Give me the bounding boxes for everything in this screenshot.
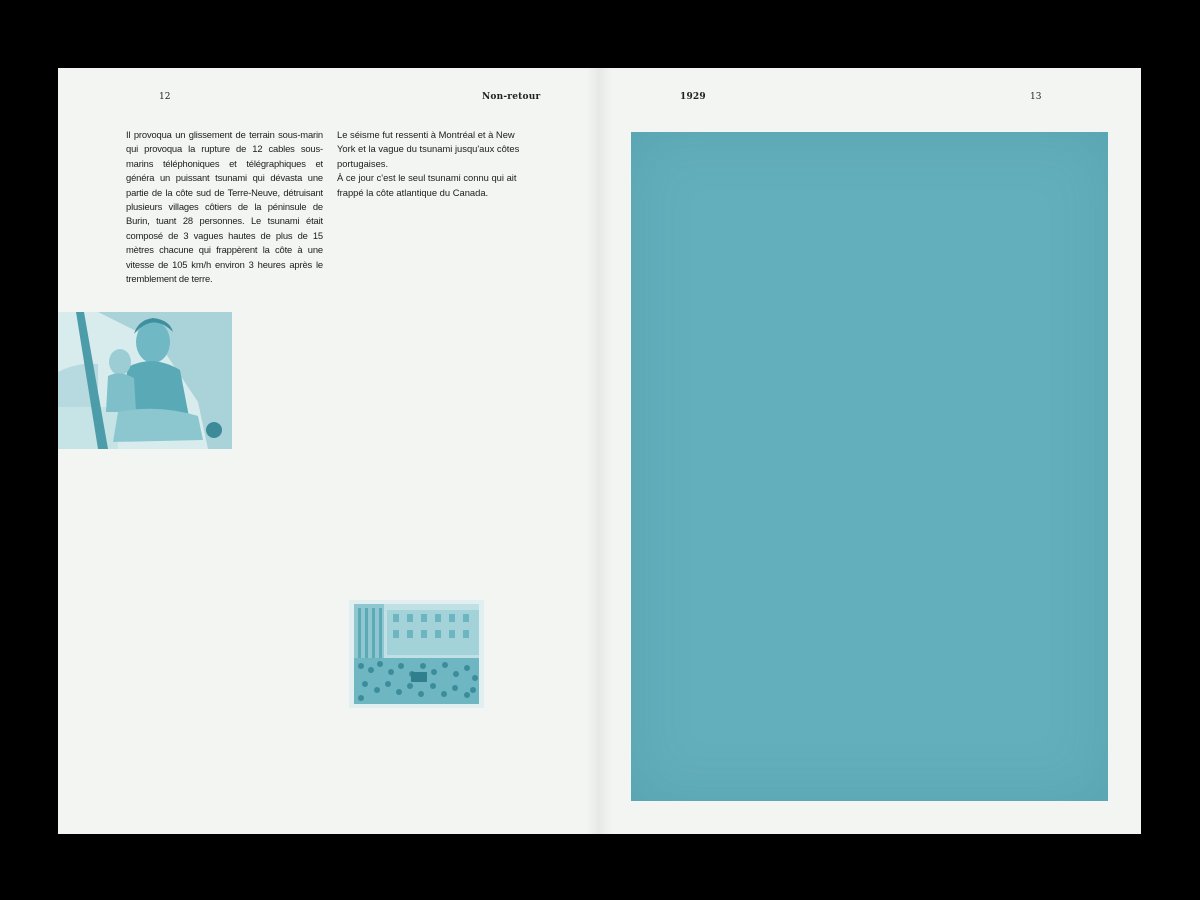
street-crowd-photo — [349, 600, 484, 708]
page-number-left: 12 — [159, 92, 171, 102]
right-page: 1929 13 — [599, 68, 1141, 834]
column-2-paragraph-2: À ce jour c'est le seul tsunami connu qu… — [337, 172, 517, 198]
page-number-right: 13 — [1030, 92, 1042, 102]
book-spread: 12 Non-retour Il provoqua un glissement … — [58, 68, 1141, 834]
text-column-2: Le séisme fut ressenti à Montréal et à N… — [337, 128, 534, 200]
column-1-paragraph: Il provoqua un glissement de terrain sou… — [126, 129, 323, 285]
left-page: 12 Non-retour Il provoqua un glissement … — [58, 68, 599, 834]
text-column-1: Il provoqua un glissement de terrain sou… — [126, 128, 323, 286]
column-2-paragraph-1: Le séisme fut ressenti à Montréal et à N… — [337, 129, 520, 169]
woman-and-child-photo — [58, 312, 232, 449]
running-head-right: 1929 — [680, 92, 706, 102]
running-head-left: Non-retour — [482, 92, 541, 102]
blue-color-plate — [631, 132, 1108, 801]
